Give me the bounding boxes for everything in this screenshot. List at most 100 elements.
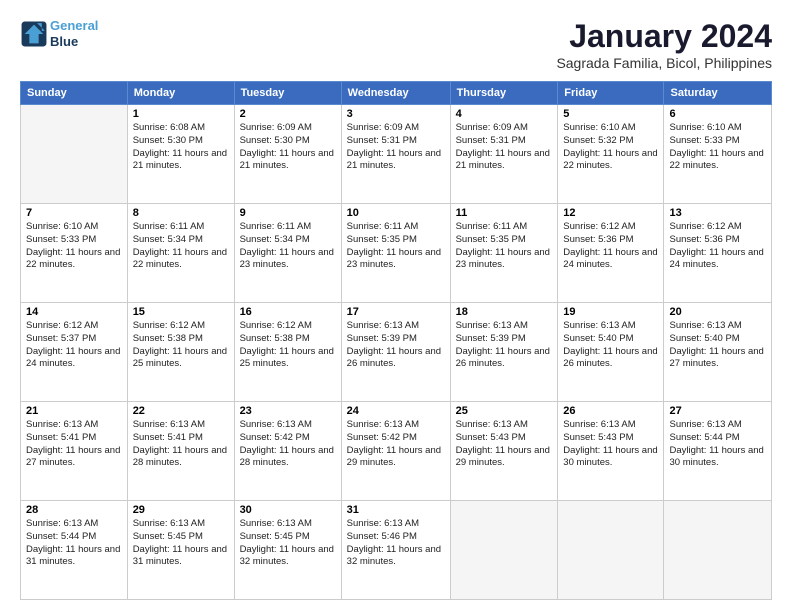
day-number: 6 (669, 108, 766, 120)
cell-text: Sunrise: 6:13 AMSunset: 5:43 PMDaylight:… (563, 419, 658, 470)
week-row-4: 28 Sunrise: 6:13 AMSunset: 5:44 PMDayligh… (21, 501, 772, 600)
cell-text: Sunrise: 6:09 AMSunset: 5:31 PMDaylight:… (456, 122, 553, 173)
cell-text: Sunrise: 6:11 AMSunset: 5:35 PMDaylight:… (347, 221, 445, 272)
logo-icon (20, 20, 48, 48)
cell-text: Sunrise: 6:13 AMSunset: 5:40 PMDaylight:… (563, 320, 658, 371)
calendar-cell: 14 Sunrise: 6:12 AMSunset: 5:37 PMDayligh… (21, 303, 128, 402)
calendar-cell: 31Sunrise: 6:13 AMSunset: 5:46 PMDayligh… (341, 501, 450, 600)
day-number: 20 (669, 306, 766, 318)
calendar-cell: 17 Sunrise: 6:13 AMSunset: 5:39 PMDayligh… (341, 303, 450, 402)
week-row-0: 1 Sunrise: 6:08 AMSunset: 5:30 PMDaylight… (21, 105, 772, 204)
cell-text: Sunrise: 6:12 AMSunset: 5:38 PMDaylight:… (133, 320, 229, 371)
day-header-sunday: Sunday (21, 82, 128, 105)
day-number: 3 (347, 108, 445, 120)
subtitle: Sagrada Familia, Bicol, Philippines (556, 55, 772, 71)
day-number: 30 (240, 504, 336, 516)
cell-text: Sunrise: 6:12 AMSunset: 5:37 PMDaylight:… (26, 320, 122, 371)
cell-text: Sunrise: 6:13 AMSunset: 5:43 PMDaylight:… (456, 419, 553, 470)
calendar-cell (21, 105, 128, 204)
cell-text: Sunrise: 6:09 AMSunset: 5:30 PMDaylight:… (240, 122, 336, 173)
day-number: 25 (456, 405, 553, 417)
calendar-cell: 6 Sunrise: 6:10 AMSunset: 5:33 PMDaylight… (664, 105, 772, 204)
calendar-cell: 23 Sunrise: 6:13 AMSunset: 5:42 PMDayligh… (234, 402, 341, 501)
calendar-cell (450, 501, 558, 600)
calendar-cell: 25 Sunrise: 6:13 AMSunset: 5:43 PMDayligh… (450, 402, 558, 501)
calendar-cell: 7Sunrise: 6:10 AMSunset: 5:33 PMDaylight… (21, 204, 128, 303)
calendar-cell: 21Sunrise: 6:13 AMSunset: 5:41 PMDayligh… (21, 402, 128, 501)
cell-text: Sunrise: 6:12 AMSunset: 5:36 PMDaylight:… (563, 221, 658, 272)
week-row-2: 14 Sunrise: 6:12 AMSunset: 5:37 PMDayligh… (21, 303, 772, 402)
month-title: January 2024 (556, 18, 772, 55)
day-number: 19 (563, 306, 658, 318)
calendar-cell: 27 Sunrise: 6:13 AMSunset: 5:44 PMDayligh… (664, 402, 772, 501)
day-number: 27 (669, 405, 766, 417)
day-number: 15 (133, 306, 229, 318)
calendar-cell: 19 Sunrise: 6:13 AMSunset: 5:40 PMDayligh… (558, 303, 664, 402)
day-number: 31 (347, 504, 445, 516)
cell-text: Sunrise: 6:13 AMSunset: 5:44 PMDaylight:… (669, 419, 766, 470)
day-number: 9 (240, 207, 336, 219)
logo: GeneralBlue (20, 18, 98, 49)
calendar-cell (664, 501, 772, 600)
day-number: 2 (240, 108, 336, 120)
cell-text: Sunrise: 6:13 AMSunset: 5:45 PMDaylight:… (133, 518, 229, 569)
day-number: 26 (563, 405, 658, 417)
calendar-cell: 13Sunrise: 6:12 AMSunset: 5:36 PMDayligh… (664, 204, 772, 303)
calendar-cell: 1 Sunrise: 6:08 AMSunset: 5:30 PMDaylight… (127, 105, 234, 204)
week-row-1: 7Sunrise: 6:10 AMSunset: 5:33 PMDaylight… (21, 204, 772, 303)
day-header-monday: Monday (127, 82, 234, 105)
cell-text: Sunrise: 6:13 AMSunset: 5:39 PMDaylight:… (456, 320, 553, 371)
calendar-cell: 8Sunrise: 6:11 AMSunset: 5:34 PMDaylight… (127, 204, 234, 303)
calendar-cell: 30Sunrise: 6:13 AMSunset: 5:45 PMDayligh… (234, 501, 341, 600)
day-number: 18 (456, 306, 553, 318)
day-number: 22 (133, 405, 229, 417)
day-header-friday: Friday (558, 82, 664, 105)
calendar-body: 1 Sunrise: 6:08 AMSunset: 5:30 PMDaylight… (21, 105, 772, 600)
calendar-cell: 22 Sunrise: 6:13 AMSunset: 5:41 PMDayligh… (127, 402, 234, 501)
cell-text: Sunrise: 6:13 AMSunset: 5:39 PMDaylight:… (347, 320, 445, 371)
calendar-cell: 10 Sunrise: 6:11 AMSunset: 5:35 PMDayligh… (341, 204, 450, 303)
day-number: 12 (563, 207, 658, 219)
day-number: 11 (456, 207, 553, 219)
cell-text: Sunrise: 6:10 AMSunset: 5:33 PMDaylight:… (26, 221, 122, 272)
day-number: 5 (563, 108, 658, 120)
calendar-cell: 26 Sunrise: 6:13 AMSunset: 5:43 PMDayligh… (558, 402, 664, 501)
cell-text: Sunrise: 6:13 AMSunset: 5:41 PMDaylight:… (26, 419, 122, 470)
day-number: 23 (240, 405, 336, 417)
header: GeneralBlue January 2024 Sagrada Familia… (20, 18, 772, 71)
calendar-cell: 18 Sunrise: 6:13 AMSunset: 5:39 PMDayligh… (450, 303, 558, 402)
day-number: 28 (26, 504, 122, 516)
cell-text: Sunrise: 6:08 AMSunset: 5:30 PMDaylight:… (133, 122, 229, 173)
cell-text: Sunrise: 6:11 AMSunset: 5:35 PMDaylight:… (456, 221, 553, 272)
cell-text: Sunrise: 6:13 AMSunset: 5:44 PMDaylight:… (26, 518, 122, 569)
cell-text: Sunrise: 6:10 AMSunset: 5:33 PMDaylight:… (669, 122, 766, 173)
day-number: 4 (456, 108, 553, 120)
calendar-cell: 11 Sunrise: 6:11 AMSunset: 5:35 PMDayligh… (450, 204, 558, 303)
cell-text: Sunrise: 6:13 AMSunset: 5:42 PMDaylight:… (240, 419, 336, 470)
cell-text: Sunrise: 6:13 AMSunset: 5:40 PMDaylight:… (669, 320, 766, 371)
calendar-cell: 20 Sunrise: 6:13 AMSunset: 5:40 PMDayligh… (664, 303, 772, 402)
calendar-cell: 24 Sunrise: 6:13 AMSunset: 5:42 PMDayligh… (341, 402, 450, 501)
calendar-cell: 29Sunrise: 6:13 AMSunset: 5:45 PMDayligh… (127, 501, 234, 600)
calendar-cell: 9Sunrise: 6:11 AMSunset: 5:34 PMDaylight… (234, 204, 341, 303)
calendar-cell: 15 Sunrise: 6:12 AMSunset: 5:38 PMDayligh… (127, 303, 234, 402)
week-row-3: 21Sunrise: 6:13 AMSunset: 5:41 PMDayligh… (21, 402, 772, 501)
day-number: 24 (347, 405, 445, 417)
title-block: January 2024 Sagrada Familia, Bicol, Phi… (556, 18, 772, 71)
cell-text: Sunrise: 6:13 AMSunset: 5:41 PMDaylight:… (133, 419, 229, 470)
day-number: 17 (347, 306, 445, 318)
calendar-cell: 16Sunrise: 6:12 AMSunset: 5:38 PMDayligh… (234, 303, 341, 402)
cell-text: Sunrise: 6:13 AMSunset: 5:42 PMDaylight:… (347, 419, 445, 470)
day-header-wednesday: Wednesday (341, 82, 450, 105)
day-header-thursday: Thursday (450, 82, 558, 105)
day-number: 14 (26, 306, 122, 318)
cell-text: Sunrise: 6:12 AMSunset: 5:36 PMDaylight:… (669, 221, 766, 272)
calendar-cell: 4 Sunrise: 6:09 AMSunset: 5:31 PMDaylight… (450, 105, 558, 204)
days-header-row: SundayMondayTuesdayWednesdayThursdayFrid… (21, 82, 772, 105)
calendar-cell: 28 Sunrise: 6:13 AMSunset: 5:44 PMDayligh… (21, 501, 128, 600)
day-number: 1 (133, 108, 229, 120)
day-number: 10 (347, 207, 445, 219)
calendar-cell (558, 501, 664, 600)
cell-text: Sunrise: 6:11 AMSunset: 5:34 PMDaylight:… (133, 221, 229, 272)
logo-text: GeneralBlue (50, 18, 98, 49)
